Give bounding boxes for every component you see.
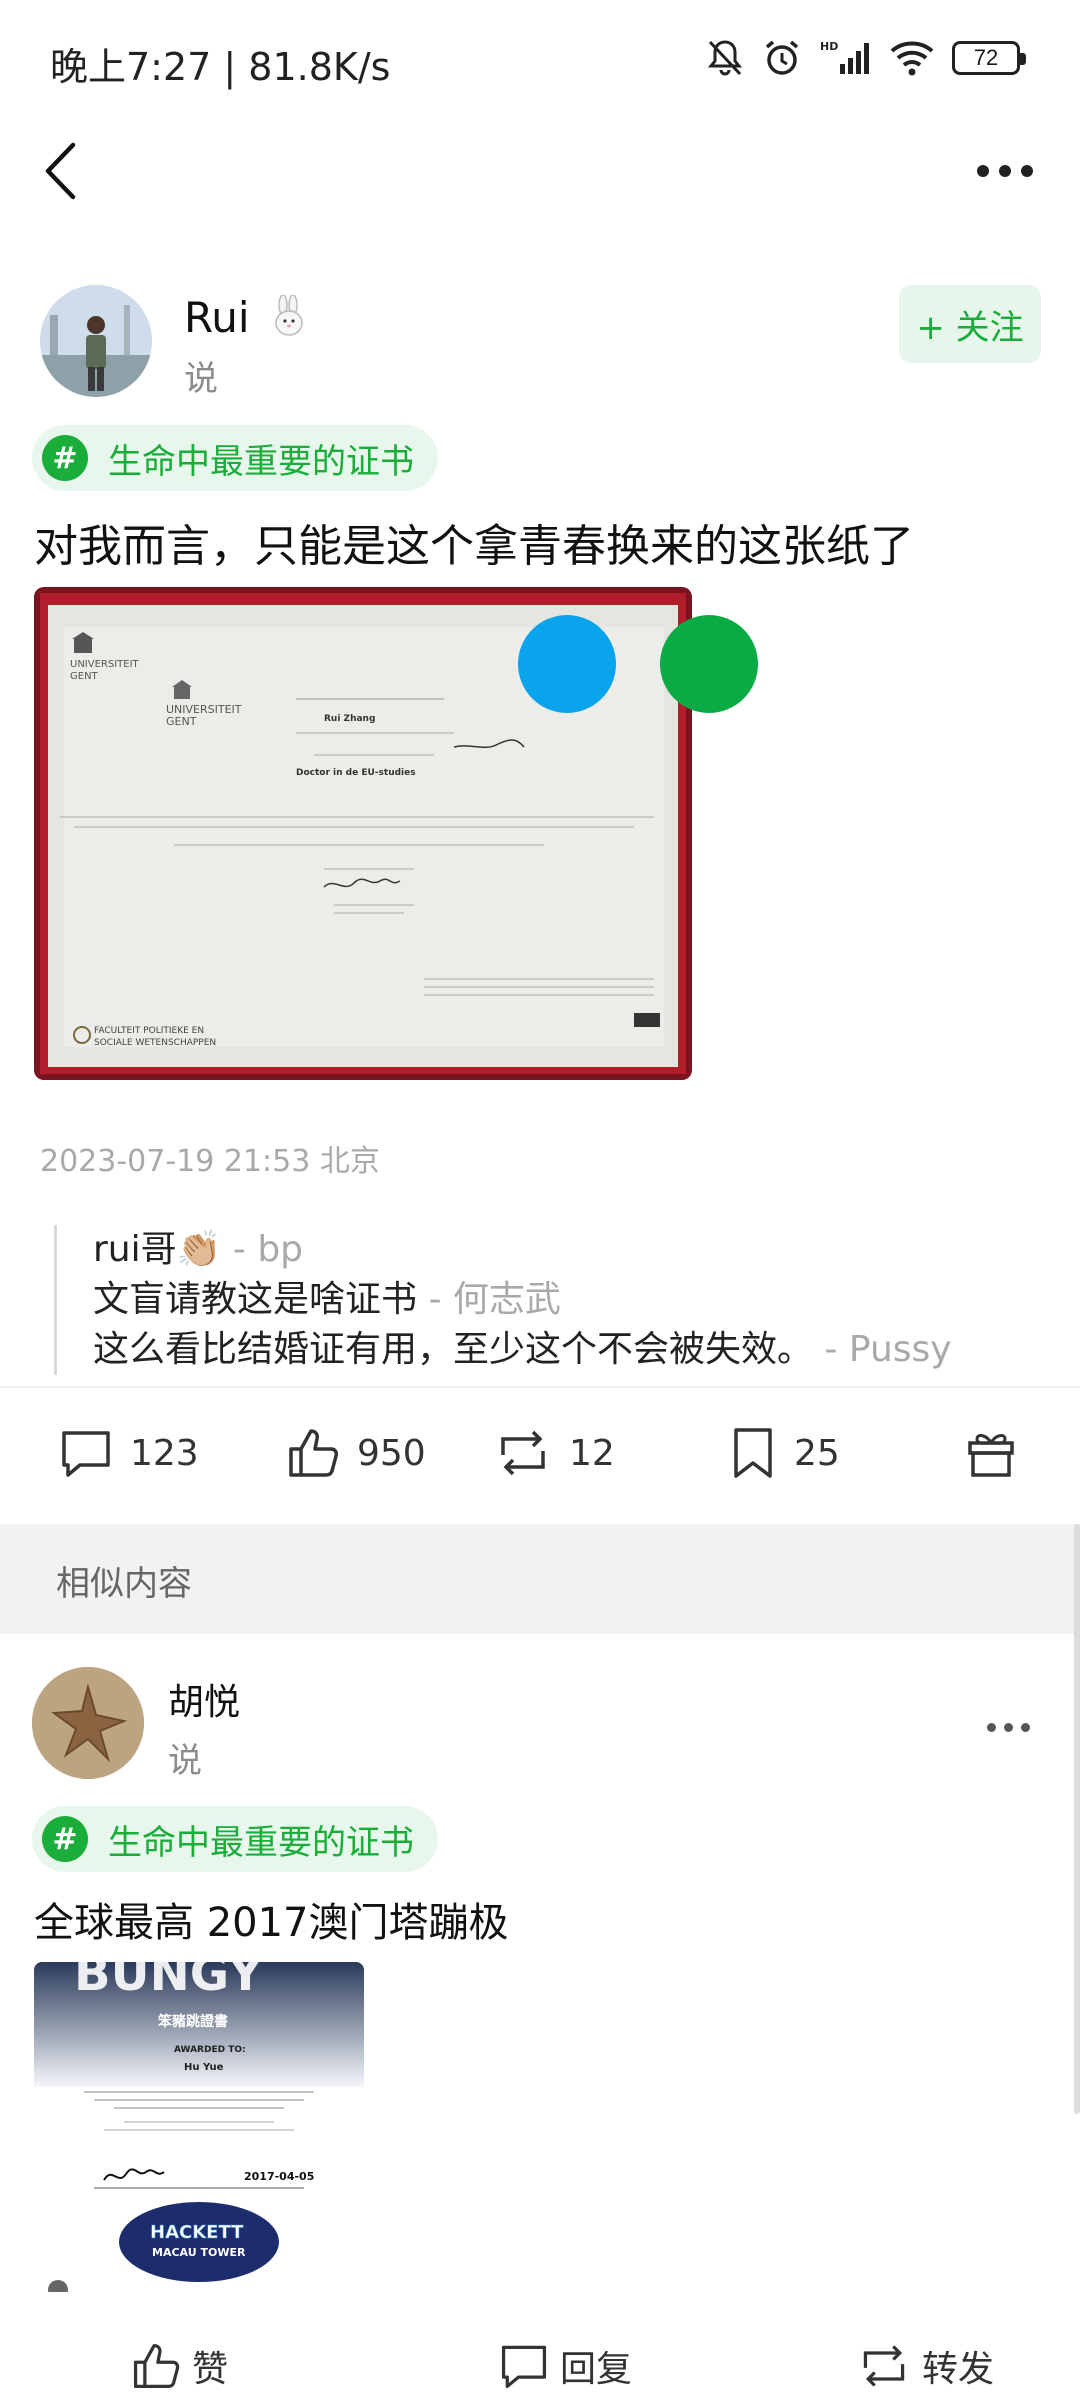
comments-preview[interactable]: rui哥👏🏼 - bp 文盲请教这是啥证书 - 何志武 这么看比结婚证有用，至少… bbox=[54, 1225, 952, 1375]
bungy-title-cn: 笨豬跳證書 bbox=[158, 2013, 228, 2030]
bungy-awarded-to: AWARDED TO: bbox=[174, 2045, 246, 2055]
bookmark-button[interactable]: 25 bbox=[728, 1425, 840, 1481]
more-dot-icon bbox=[1021, 1723, 1030, 1732]
more-dot-icon bbox=[1021, 165, 1033, 177]
comment-icon bbox=[62, 1431, 110, 1477]
more-dot-icon bbox=[977, 165, 989, 177]
bungy-brand-sub: MACAU TOWER bbox=[152, 2246, 246, 2259]
related-more-options-button[interactable] bbox=[987, 1723, 1030, 1732]
repost-icon bbox=[501, 1430, 545, 1476]
more-dot-icon bbox=[987, 1723, 996, 1732]
certificate-holder: Rui Zhang bbox=[324, 714, 375, 724]
battery-icon: 72 bbox=[952, 41, 1026, 75]
back-button[interactable] bbox=[30, 136, 90, 206]
related-topic-tag[interactable]: # 生命中最重要的证书 bbox=[32, 1806, 438, 1872]
topic-label: 生命中最重要的证书 bbox=[108, 441, 414, 482]
status-icons: HD 72 bbox=[706, 38, 1026, 78]
bungy-name: Hu Yue bbox=[184, 2062, 224, 2073]
related-author-action-label: 说 bbox=[168, 1741, 202, 1781]
svg-text:HD: HD bbox=[820, 40, 838, 53]
repost-button[interactable]: 12 bbox=[493, 1425, 615, 1481]
post-text: 对我而言，只能是这个拿青春换来的这张纸了 bbox=[34, 521, 914, 572]
author-action-label: 说 bbox=[184, 359, 218, 399]
status-bar: 晚上7:27 | 81.8K/s HD 72 bbox=[0, 0, 1080, 120]
svg-text:SOCIALE WETENSCHAPPEN: SOCIALE WETENSCHAPPEN bbox=[94, 1038, 216, 1048]
scrollbar[interactable] bbox=[1074, 1524, 1080, 2114]
alarm-icon bbox=[762, 38, 802, 78]
bungy-banner-text: BUNGY bbox=[74, 1962, 264, 2002]
bungy-certificate-image[interactable]: BUNGY 笨豬跳證書 AWARDED TO: Hu Yue 2017-04-0… bbox=[34, 1962, 364, 2292]
nav-bar bbox=[0, 120, 1080, 220]
status-time: 晚上7:27 | 81.8K/s bbox=[50, 45, 391, 89]
post-header: Rui 说 + 关注 bbox=[40, 285, 1041, 405]
bottom-repost-button[interactable]: 转发 bbox=[856, 2340, 994, 2392]
follow-button[interactable]: + 关注 bbox=[899, 285, 1041, 363]
thumbs-up-icon bbox=[133, 2343, 180, 2389]
repost-icon bbox=[863, 2345, 905, 2387]
hashtag-icon: # bbox=[42, 435, 88, 481]
svg-text:GENT: GENT bbox=[166, 715, 197, 728]
comment-item[interactable]: 这么看比结婚证有用，至少这个不会被失效。 - Pussy bbox=[93, 1325, 952, 1375]
certificate-faculty: FACULTEIT POLITIEKE EN bbox=[94, 1026, 204, 1036]
bungy-date: 2017-04-05 bbox=[244, 2170, 314, 2183]
related-post-text: 全球最高 2017澳门塔蹦极 bbox=[34, 1900, 509, 1946]
bottom-reply-button[interactable]: 回复 bbox=[498, 2340, 632, 2392]
bottom-action-bar: 赞 回复 转发 bbox=[0, 2330, 1080, 2400]
like-button[interactable]: 950 bbox=[285, 1425, 426, 1481]
hd-signal-icon: HD bbox=[820, 38, 872, 78]
more-dot-icon bbox=[1004, 1723, 1013, 1732]
comment-icon bbox=[501, 2345, 547, 2389]
related-post-header: 胡悦 说 bbox=[32, 1667, 1042, 1787]
bungy-brand: HACKETT bbox=[150, 2222, 244, 2243]
similar-content-section: 相似内容 bbox=[0, 1524, 1080, 1634]
divider bbox=[0, 1386, 1080, 1388]
author-avatar[interactable] bbox=[40, 285, 152, 397]
certificate-university: UNIVERSITEIT bbox=[70, 659, 140, 670]
section-title: 相似内容 bbox=[56, 1564, 192, 1604]
bookmark-icon bbox=[734, 1428, 772, 1478]
svg-text:GENT: GENT bbox=[70, 671, 99, 682]
gift-icon bbox=[968, 1434, 1014, 1477]
comment-item[interactable]: 文盲请教这是啥证书 - 何志武 bbox=[93, 1275, 952, 1325]
rabbit-icon bbox=[269, 293, 309, 347]
wifi-icon bbox=[890, 39, 934, 77]
certificate-degree: Doctor in de EU-studies bbox=[296, 768, 416, 778]
comment-item[interactable]: rui哥👏🏼 - bp bbox=[93, 1225, 952, 1275]
post-timestamp-location: 2023-07-19 21:53 北京 bbox=[40, 1144, 380, 1179]
author-name[interactable]: Rui bbox=[184, 293, 309, 347]
more-dot-icon bbox=[999, 165, 1011, 177]
topic-label: 生命中最重要的证书 bbox=[108, 1822, 414, 1863]
comment-button[interactable]: 123 bbox=[58, 1425, 199, 1481]
hashtag-icon: # bbox=[42, 1816, 88, 1862]
green-overlay-dot bbox=[660, 615, 758, 713]
related-author-avatar[interactable] bbox=[32, 1667, 144, 1779]
blue-overlay-dot bbox=[518, 615, 616, 713]
more-options-button[interactable] bbox=[970, 146, 1040, 196]
bottom-like-button[interactable]: 赞 bbox=[130, 2340, 228, 2392]
gift-button[interactable] bbox=[965, 1425, 1017, 1481]
bell-muted-icon bbox=[706, 38, 744, 78]
chevron-left-icon bbox=[45, 142, 76, 200]
thumbs-up-icon bbox=[289, 1429, 338, 1477]
related-author-name[interactable]: 胡悦 bbox=[168, 1673, 240, 1725]
post-action-bar: 123 950 12 25 bbox=[0, 1400, 1080, 1510]
topic-tag[interactable]: # 生命中最重要的证书 bbox=[32, 425, 438, 491]
